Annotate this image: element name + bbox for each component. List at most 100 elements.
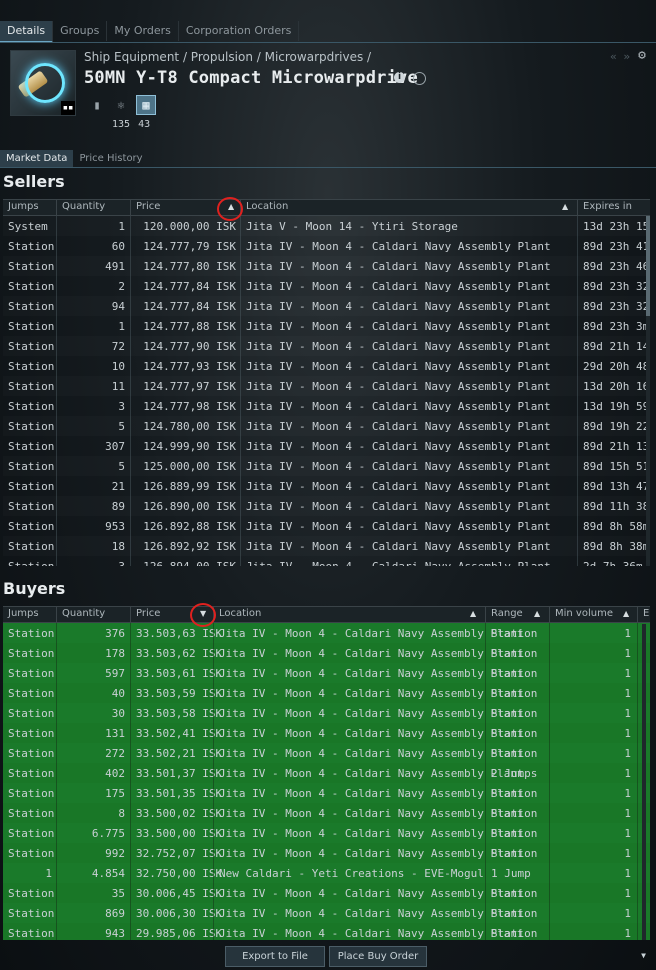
table-row[interactable]: Station 376 33.503,63 ISK Jita IV - Moon 4 … (3, 623, 650, 643)
table-row[interactable]: Station 18 126.892,92 ISK Jita IV - Moon 4 … (3, 536, 650, 556)
col-price[interactable]: Price (136, 608, 160, 619)
column-separator (56, 763, 57, 783)
column-separator (637, 723, 638, 743)
table-row[interactable]: Station 5 125.000,00 ISK Jita IV - Moon 4 -… (3, 456, 650, 476)
table-row[interactable]: Station 943 29.985,06 ISK Jita IV - Moon 4 … (3, 923, 650, 940)
table-row[interactable]: Station 8 33.500,02 ISK Jita IV - Moon 4 - … (3, 803, 650, 823)
item-thumbnail[interactable]: ▪▪ (10, 50, 76, 116)
range-cell: Station (491, 687, 538, 700)
col-quantity[interactable]: Quantity (62, 608, 105, 619)
table-row[interactable]: Station 21 126.889,99 ISK Jita IV - Moon 4 … (3, 476, 650, 496)
table-row[interactable]: Station 272 33.502,21 ISK Jita IV - Moon 4 … (3, 743, 650, 763)
column-separator (213, 903, 214, 923)
sort-ascending-icon[interactable]: ▲ (470, 609, 476, 618)
info-icon[interactable]: i (394, 72, 405, 83)
table-row[interactable]: Station 94 124.777,84 ISK Jita IV - Moon 4 … (3, 296, 650, 316)
range-cell: 1 Jump (491, 867, 531, 880)
table-row[interactable]: Station 10 124.777,93 ISK Jita IV - Moon 4 … (3, 356, 650, 376)
price-cell: 126.889,99 ISK (143, 480, 236, 493)
buyers-heading: Buyers (3, 579, 66, 598)
col-range[interactable]: Range (491, 608, 523, 619)
tab-groups[interactable]: Groups (53, 21, 108, 41)
sort-ascending-icon[interactable]: ▲ (623, 609, 629, 618)
column-separator (130, 556, 131, 566)
settings-gear-icon[interactable]: ⚙ (638, 48, 646, 63)
table-row[interactable]: System 1 120.000,00 ISK Jita V - Moon 14 - … (3, 216, 650, 236)
column-separator (549, 743, 550, 763)
column-separator (56, 703, 57, 723)
table-row[interactable]: Station 1 124.777,88 ISK Jita IV - Moon 4 -… (3, 316, 650, 336)
table-row[interactable]: Station 89 126.890,00 ISK Jita IV - Moon 4 … (3, 496, 650, 516)
table-row[interactable]: Station 3 126.894,00 ISK Jita IV - Moon 4 -… (3, 556, 650, 566)
skill-atom-icon[interactable]: ⚛ (112, 96, 130, 114)
table-row[interactable]: Station 402 33.501,37 ISK Jita IV - Moon 4 … (3, 763, 650, 783)
breadcrumb[interactable]: Ship Equipment / Propulsion / Microwarpd… (84, 50, 371, 64)
col-location[interactable]: Location (246, 201, 288, 212)
column-separator (213, 643, 214, 663)
column-separator (577, 456, 578, 476)
col-quantity[interactable]: Quantity (62, 201, 105, 212)
table-row[interactable]: Station 491 124.777,80 ISK Jita IV - Moon 4… (3, 256, 650, 276)
sellers-scroll-thumb[interactable] (646, 216, 650, 316)
jumps-cell: Station (8, 320, 55, 333)
table-row[interactable]: Station 5 124.780,00 ISK Jita IV - Moon 4 -… (3, 416, 650, 436)
table-row[interactable]: Station 131 33.502,41 ISK Jita IV - Moon 4 … (3, 723, 650, 743)
column-separator (130, 396, 131, 416)
location-cell: Jita IV - Moon 4 - Caldari Navy Assembly… (246, 520, 551, 533)
tab-market-data[interactable]: Market Data (0, 150, 74, 167)
table-row[interactable]: Station 992 32.752,07 ISK Jita IV - Moon 4 … (3, 843, 650, 863)
tab-my-orders[interactable]: My Orders (107, 21, 179, 41)
column-separator (56, 863, 57, 883)
table-row[interactable]: Station 307 124.999,90 ISK Jita IV - Moon 4… (3, 436, 650, 456)
table-row[interactable]: Station 72 124.777,90 ISK Jita IV - Moon 4 … (3, 336, 650, 356)
table-row[interactable]: Station 869 30.006,30 ISK Jita IV - Moon 4 … (3, 903, 650, 923)
target-icon[interactable] (413, 72, 426, 85)
col-jumps[interactable]: Jumps (8, 608, 39, 619)
table-row[interactable]: Station 35 30.006,45 ISK Jita IV - Moon 4 -… (3, 883, 650, 903)
column-separator (130, 376, 131, 396)
buyers-scrollbar[interactable] (642, 624, 646, 940)
table-row[interactable]: 1 4.854 32.750,00 ISK New Caldari - Yeti Cr… (3, 863, 650, 883)
table-row[interactable]: Station 175 33.501,35 ISK Jita IV - Moon 4 … (3, 783, 650, 803)
price-cell: 33.503,58 ISK (136, 707, 223, 720)
table-row[interactable]: Station 178 33.503,62 ISK Jita IV - Moon 4 … (3, 643, 650, 663)
sort-ascending-icon[interactable]: ▲ (534, 609, 540, 618)
table-row[interactable]: Station 6.775 33.500,00 ISK Jita IV - Moon … (3, 823, 650, 843)
table-row[interactable]: Station 11 124.777,97 ISK Jita IV - Moon 4 … (3, 376, 650, 396)
tab-corporation-orders[interactable]: Corporation Orders (179, 21, 300, 41)
item-title: 50MN Y-T8 Compact Microwarpdrive (84, 68, 418, 88)
chevron-down-icon[interactable]: ▼ (641, 951, 646, 960)
table-row[interactable]: Station 40 33.503,59 ISK Jita IV - Moon 4 -… (3, 683, 650, 703)
table-row[interactable]: Station 30 33.503,58 ISK Jita IV - Moon 4 -… (3, 703, 650, 723)
tab-details[interactable]: Details (0, 21, 54, 43)
column-separator (56, 643, 57, 663)
col-price[interactable]: Price (136, 201, 160, 212)
column-separator (240, 436, 241, 456)
table-row[interactable]: Station 3 124.777,98 ISK Jita IV - Moon 4 -… (3, 396, 650, 416)
col-expires[interactable]: E (643, 608, 649, 619)
sort-ascending-icon[interactable]: ▲ (562, 202, 568, 211)
export-to-file-button[interactable]: Export to File (225, 946, 325, 967)
history-arrows[interactable]: « » (610, 50, 630, 63)
column-separator (213, 763, 214, 783)
blueprint-icon[interactable]: ▮ (88, 96, 106, 114)
table-row[interactable]: Station 953 126.892,88 ISK Jita IV - Moon 4… (3, 516, 650, 536)
range-cell: Station (491, 747, 538, 760)
column-separator (549, 683, 550, 703)
jumps-cell: Station (8, 420, 55, 433)
table-row[interactable]: Station 597 33.503,61 ISK Jita IV - Moon 4 … (3, 663, 650, 683)
col-jumps[interactable]: Jumps (8, 201, 39, 212)
col-expires[interactable]: Expires in (583, 201, 632, 212)
chip-icon[interactable]: ▦ (136, 95, 156, 115)
col-min-volume[interactable]: Min volume (555, 608, 613, 619)
column-separator (240, 356, 241, 376)
table-row[interactable]: Station 60 124.777,79 ISK Jita IV - Moon 4 … (3, 236, 650, 256)
quantity-cell: 943 (105, 927, 125, 940)
quantity-cell: 11 (111, 380, 125, 393)
column-separator (577, 556, 578, 566)
tab-price-history[interactable]: Price History (73, 150, 148, 167)
place-buy-order-button[interactable]: Place Buy Order (329, 946, 427, 967)
location-cell: Jita IV - Moon 4 - Caldari Navy Assembly… (246, 540, 551, 553)
col-location[interactable]: Location (219, 608, 261, 619)
table-row[interactable]: Station 2 124.777,84 ISK Jita IV - Moon 4 -… (3, 276, 650, 296)
